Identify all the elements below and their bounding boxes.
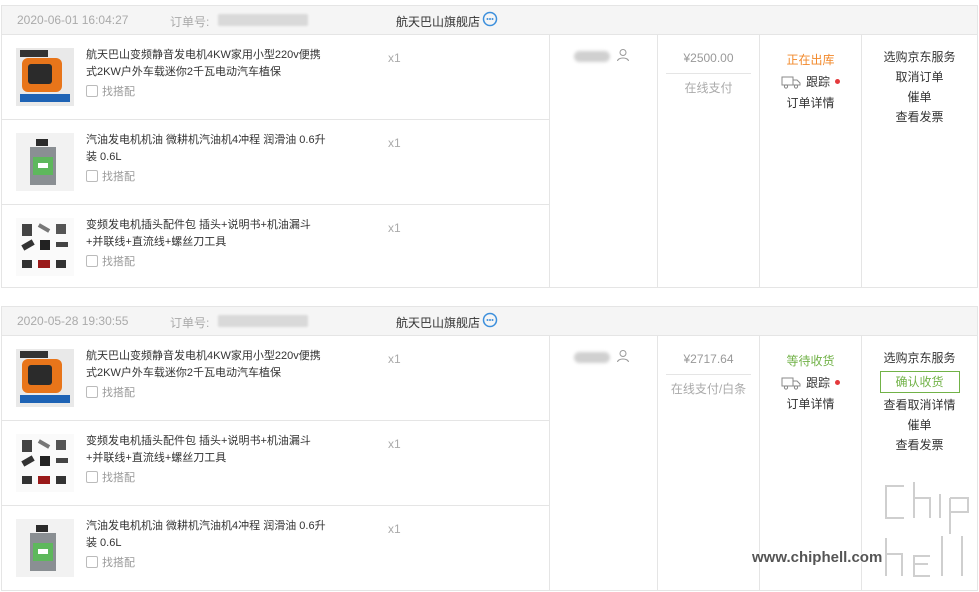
track-link[interactable]: 跟踪 xyxy=(760,73,861,90)
payment-method: 在线支付/白条 xyxy=(670,382,747,396)
user-icon[interactable] xyxy=(616,349,630,363)
order-detail-link[interactable]: 订单详情 xyxy=(760,395,861,412)
find-match-link[interactable]: 找搭配 xyxy=(86,469,135,485)
payment-method: 在线支付 xyxy=(684,81,733,95)
goods-list: 航天巴山变频静音发电机4KW家用小型220v便携式2KW户外车载迷你2千瓦电动汽… xyxy=(2,336,549,590)
cancel-order-link[interactable]: 取消订单 xyxy=(862,67,977,87)
match-icon xyxy=(86,85,98,97)
find-match-link[interactable]: 找搭配 xyxy=(86,253,135,269)
status-column: 等待收货 跟踪 订单详情 xyxy=(760,336,861,412)
status-column: 正在出库 跟踪 订单详情 xyxy=(760,35,861,111)
divider xyxy=(549,336,550,590)
urge-order-link[interactable]: 催单 xyxy=(862,415,977,435)
chiphell-logo xyxy=(882,478,972,580)
order-number-redacted xyxy=(218,14,308,26)
order-amount: ¥2717.64 xyxy=(666,352,751,375)
order-number-redacted xyxy=(218,315,308,327)
order-status: 正在出库 xyxy=(786,53,835,67)
list-item: 航天巴山变频静音发电机4KW家用小型220v便携式2KW户外车载迷你2千瓦电动汽… xyxy=(2,35,549,120)
order-status: 等待收货 xyxy=(786,354,835,368)
watermark-url: www.chiphell.com xyxy=(752,549,883,566)
confirm-receipt-button[interactable]: 确认收货 xyxy=(879,371,960,393)
product-title[interactable]: 航天巴山变频静音发电机4KW家用小型220v便携式2KW户外车载迷你2千瓦电动汽… xyxy=(86,348,326,382)
find-match-link[interactable]: 找搭配 xyxy=(86,168,135,184)
match-icon xyxy=(86,255,98,267)
order-header: 2020-05-28 19:30:55 订单号: 航天巴山旗舰店 xyxy=(2,307,977,336)
consignee-name-redacted xyxy=(574,51,610,62)
order-date: 2020-05-28 19:30:55 xyxy=(17,314,129,328)
list-item: 航天巴山变频静音发电机4KW家用小型220v便携式2KW户外车载迷你2千瓦电动汽… xyxy=(2,336,549,421)
view-invoice-link[interactable]: 查看发票 xyxy=(862,435,977,455)
order-card: 2020-06-01 16:04:27 订单号: 航天巴山旗舰店 航天巴山变频静… xyxy=(1,5,978,288)
product-thumbnail[interactable] xyxy=(16,218,74,276)
order-header: 2020-06-01 16:04:27 订单号: 航天巴山旗舰店 xyxy=(2,6,977,35)
goods-list: 航天巴山变频静音发电机4KW家用小型220v便携式2KW户外车载迷你2千瓦电动汽… xyxy=(2,35,549,289)
quantity: x1 xyxy=(388,522,401,536)
divider xyxy=(549,35,550,287)
order-amount: ¥2500.00 xyxy=(666,51,751,74)
buy-jd-service-link[interactable]: 选购京东服务 xyxy=(862,47,977,67)
match-icon xyxy=(86,556,98,568)
find-match-link[interactable]: 找搭配 xyxy=(86,384,135,400)
product-title[interactable]: 变频发电机插头配件包 插头+说明书+机油漏斗+并联线+直流线+螺丝刀工具 xyxy=(86,217,326,251)
buy-jd-service-link[interactable]: 选购京东服务 xyxy=(862,348,977,368)
order-number-label: 订单号: xyxy=(170,316,210,330)
view-invoice-link[interactable]: 查看发票 xyxy=(862,107,977,127)
quantity: x1 xyxy=(388,221,401,235)
product-title[interactable]: 汽油发电机机油 微耕机汽油机4冲程 润滑油 0.6升装 0.6L xyxy=(86,132,326,166)
product-title[interactable]: 变频发电机插头配件包 插头+说明书+机油漏斗+并联线+直流线+螺丝刀工具 xyxy=(86,433,326,467)
list-item: 汽油发电机机油 微耕机汽油机4冲程 润滑油 0.6升装 0.6L 找搭配 x1 xyxy=(2,506,549,590)
consignee-name-redacted xyxy=(574,352,610,363)
find-match-link[interactable]: 找搭配 xyxy=(86,554,135,570)
track-link[interactable]: 跟踪 xyxy=(760,374,861,391)
product-title[interactable]: 航天巴山变频静音发电机4KW家用小型220v便携式2KW户外车载迷你2千瓦电动汽… xyxy=(86,47,326,81)
list-item: 汽油发电机机油 微耕机汽油机4冲程 润滑油 0.6升装 0.6L 找搭配 x1 xyxy=(2,120,549,205)
amount-column: ¥2717.64 在线支付/白条 xyxy=(658,336,759,397)
product-thumbnail[interactable] xyxy=(16,519,74,577)
product-title[interactable]: 汽油发电机机油 微耕机汽油机4冲程 润滑油 0.6升装 0.6L xyxy=(86,518,326,552)
operations-column: 选购京东服务 取消订单 催单 查看发票 xyxy=(862,35,977,127)
match-icon xyxy=(86,386,98,398)
find-match-link[interactable]: 找搭配 xyxy=(86,83,135,99)
user-icon[interactable] xyxy=(616,48,630,62)
shop-link[interactable]: 航天巴山旗舰店 xyxy=(396,314,480,331)
quantity: x1 xyxy=(388,437,401,451)
amount-column: ¥2500.00 在线支付 xyxy=(658,35,759,96)
chat-icon[interactable] xyxy=(482,11,498,27)
truck-icon xyxy=(781,377,801,390)
chat-icon[interactable] xyxy=(482,312,498,328)
match-icon xyxy=(86,471,98,483)
notification-dot xyxy=(835,380,840,385)
order-number-label: 订单号: xyxy=(170,15,210,29)
quantity: x1 xyxy=(388,136,401,150)
list-item: 变频发电机插头配件包 插头+说明书+机油漏斗+并联线+直流线+螺丝刀工具 找搭配… xyxy=(2,421,549,506)
quantity: x1 xyxy=(388,51,401,65)
notification-dot xyxy=(835,79,840,84)
shop-link[interactable]: 航天巴山旗舰店 xyxy=(396,13,480,30)
product-thumbnail[interactable] xyxy=(16,133,74,191)
urge-order-link[interactable]: 催单 xyxy=(862,87,977,107)
operations-column: 选购京东服务 确认收货 查看取消详情 催单 查看发票 xyxy=(862,336,977,455)
view-cancel-details-link[interactable]: 查看取消详情 xyxy=(862,395,977,415)
quantity: x1 xyxy=(388,352,401,366)
list-item: 变频发电机插头配件包 插头+说明书+机油漏斗+并联线+直流线+螺丝刀工具 找搭配… xyxy=(2,205,549,289)
order-date: 2020-06-01 16:04:27 xyxy=(17,13,129,27)
product-thumbnail[interactable] xyxy=(16,349,74,407)
product-thumbnail[interactable] xyxy=(16,48,74,106)
product-thumbnail[interactable] xyxy=(16,434,74,492)
match-icon xyxy=(86,170,98,182)
truck-icon xyxy=(781,76,801,89)
order-detail-link[interactable]: 订单详情 xyxy=(760,94,861,111)
